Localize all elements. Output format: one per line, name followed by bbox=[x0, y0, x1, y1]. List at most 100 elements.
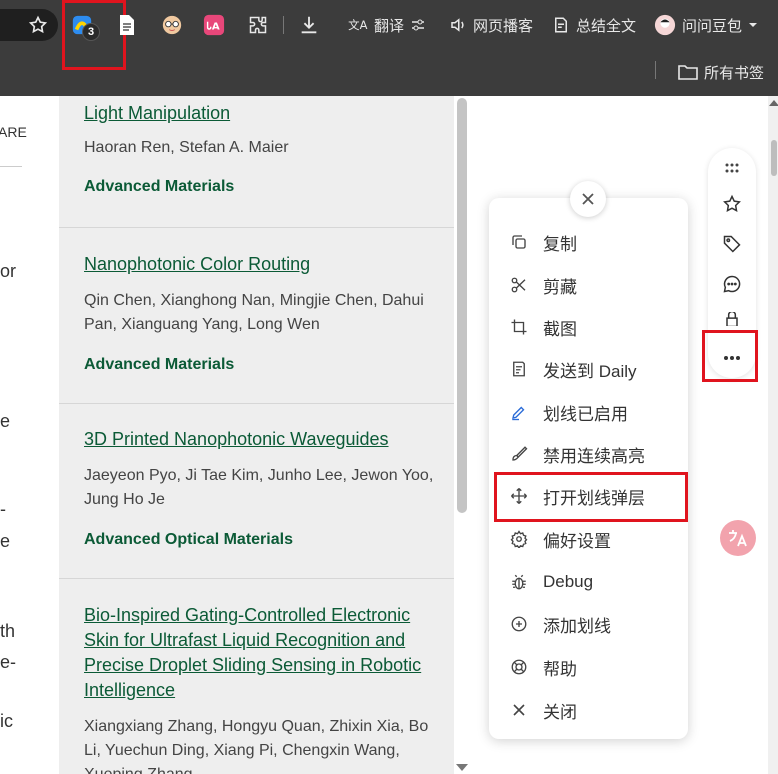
menu-item-preferences[interactable]: 偏好设置 bbox=[509, 524, 679, 554]
result-authors: Qin Chen, Xianghong Nan, Mingjie Chen, D… bbox=[84, 292, 424, 333]
summarize-label: 总结全文 bbox=[576, 17, 637, 35]
result-card: Light Manipulation Haoran Ren, Stefan A.… bbox=[59, 96, 454, 228]
left-fragment: or bbox=[0, 261, 17, 281]
avatar bbox=[654, 14, 676, 36]
speaker-icon bbox=[451, 18, 464, 32]
profile-button[interactable]: 问问豆包 bbox=[654, 13, 758, 37]
svg-text:文A: 文A bbox=[348, 18, 367, 32]
result-authors: Xiangxiang Zhang, Hongyu Quan, Zhixin Xi… bbox=[84, 718, 429, 774]
toolbar-row-main: 3 ᏓA 文A 翻译 网页播客 总结全文 问问豆包 bbox=[0, 0, 778, 70]
all-bookmarks-button[interactable]: 所有书签 bbox=[678, 60, 764, 84]
result-card: 3D Printed Nanophotonic Waveguides Jaeye… bbox=[59, 404, 454, 579]
summarize-icon bbox=[555, 17, 567, 33]
results-scrollbar-thumb[interactable] bbox=[457, 98, 467, 513]
menu-item-label: 添加划线 bbox=[543, 616, 611, 636]
result-journal[interactable]: Advanced Optical Materials bbox=[59, 531, 293, 549]
menu-item-label: 偏好设置 bbox=[543, 531, 611, 551]
menu-item-highlight-enabled[interactable]: 划线已启用 bbox=[509, 397, 679, 427]
menu-item-label: 关闭 bbox=[543, 702, 577, 722]
browser-toolbar: 3 ᏓA 文A 翻译 网页播客 总结全文 问问豆包 所有书签 bbox=[0, 0, 778, 96]
menu-item-label: 帮助 bbox=[543, 659, 577, 679]
left-fragment: - bbox=[0, 499, 6, 519]
menu-item-copy[interactable]: 复制 bbox=[509, 227, 679, 257]
bookmark-star-icon[interactable] bbox=[26, 13, 50, 37]
left-fragment: th bbox=[0, 621, 16, 641]
menu-item-add-highlight[interactable]: 添加划线 bbox=[509, 609, 679, 639]
menu-item-label: 划线已启用 bbox=[543, 404, 628, 424]
highlight-box-more bbox=[702, 330, 758, 382]
all-bookmarks-label: 所有书签 bbox=[704, 64, 765, 82]
result-journal[interactable]: Advanced Materials bbox=[59, 356, 234, 374]
menu-item-clip[interactable]: 剪藏 bbox=[509, 270, 679, 300]
result-title-link[interactable]: 3D Printed Nanophotonic Waveguides bbox=[59, 427, 415, 452]
translate-pink-icon[interactable]: ᏓA bbox=[202, 13, 226, 37]
menu-item-label: Debug bbox=[543, 572, 594, 591]
puzzle-extensions-icon[interactable] bbox=[246, 13, 270, 37]
menu-item-label: 复制 bbox=[543, 234, 577, 254]
menu-item-disable-continuous[interactable]: 禁用连续高亮 bbox=[509, 439, 679, 469]
menu-item-debug[interactable]: Debug bbox=[509, 567, 679, 597]
folder-icon bbox=[678, 65, 698, 80]
download-icon[interactable] bbox=[297, 13, 321, 37]
left-fragment: ic bbox=[0, 711, 13, 731]
translate-icon bbox=[729, 530, 747, 547]
highlighter-icon bbox=[509, 402, 529, 422]
brush-icon bbox=[509, 444, 529, 464]
translate-label: 翻译 bbox=[374, 17, 405, 35]
left-fragment: e bbox=[0, 531, 11, 551]
menu-item-screenshot[interactable]: 截图 bbox=[509, 312, 679, 342]
result-title-link[interactable]: Nanophotonic Color Routing bbox=[59, 252, 336, 277]
translate-button[interactable]: 文A 翻译 bbox=[348, 13, 426, 37]
left-fragment: e bbox=[0, 411, 11, 431]
menu-item-label: 剪藏 bbox=[543, 277, 577, 297]
menu-item-send-daily[interactable]: 发送到 Daily bbox=[509, 354, 679, 384]
toolbar-separator bbox=[283, 16, 284, 34]
tag-icon[interactable] bbox=[720, 232, 744, 256]
menu-item-help[interactable]: 帮助 bbox=[509, 652, 679, 682]
search-results-list: Light Manipulation Haoran Ren, Stefan A.… bbox=[59, 96, 454, 774]
left-fragment: e- bbox=[0, 652, 17, 672]
highlight-box-menu-item bbox=[494, 472, 688, 522]
read-aloud-label: 网页播客 bbox=[473, 17, 534, 35]
lock-icon[interactable] bbox=[720, 312, 744, 326]
result-card: Bio‐Inspired Gating‐Controlled Electroni… bbox=[59, 579, 454, 774]
glasses-face-icon[interactable] bbox=[160, 13, 184, 37]
profile-label: 问问豆包 bbox=[682, 17, 743, 35]
plus-circle-icon bbox=[509, 614, 529, 634]
help-lifebuoy-icon bbox=[509, 657, 529, 677]
menu-item-label: 截图 bbox=[543, 319, 577, 339]
menu-item-label: 禁用连续高亮 bbox=[543, 446, 645, 466]
close-icon bbox=[509, 700, 529, 720]
bookmarks-separator bbox=[655, 61, 656, 79]
floating-translate-button[interactable] bbox=[720, 520, 756, 556]
star-icon[interactable] bbox=[720, 192, 744, 216]
scroll-up-arrow-icon[interactable] bbox=[769, 100, 778, 106]
translate-icon: 文A bbox=[348, 18, 367, 32]
page-scrollbar[interactable] bbox=[768, 96, 778, 774]
drag-handle-icon[interactable] bbox=[720, 156, 744, 180]
menu-close-button[interactable] bbox=[570, 181, 606, 217]
read-aloud-button[interactable]: 网页播客 bbox=[449, 13, 533, 37]
left-divider bbox=[0, 166, 22, 167]
svg-text:ᏓA: ᏓA bbox=[207, 21, 220, 33]
scroll-down-arrow-icon[interactable] bbox=[456, 764, 468, 771]
close-x-icon bbox=[582, 193, 594, 205]
result-authors: Haoran Ren, Stefan A. Maier bbox=[84, 139, 289, 156]
left-content-strip: ARE or e - e th e- ic bbox=[0, 96, 59, 774]
bug-icon bbox=[509, 572, 529, 592]
page-scrollbar-thumb[interactable] bbox=[771, 140, 777, 176]
left-fragment: ARE bbox=[0, 124, 27, 140]
chevron-down-icon bbox=[749, 23, 758, 27]
chat-bubble-icon[interactable] bbox=[720, 272, 744, 296]
result-title-link[interactable]: Bio‐Inspired Gating‐Controlled Electroni… bbox=[59, 603, 454, 703]
document-icon[interactable] bbox=[115, 13, 139, 37]
result-journal[interactable]: Advanced Materials bbox=[59, 178, 234, 196]
bookmarks-bar: 所有书签 bbox=[0, 50, 778, 96]
menu-item-close[interactable]: 关闭 bbox=[509, 695, 679, 725]
scissors-icon bbox=[509, 275, 529, 295]
result-authors: Jaeyeon Pyo, Ji Tae Kim, Junho Lee, Jewo… bbox=[84, 467, 434, 508]
result-title-link[interactable]: Light Manipulation bbox=[59, 101, 256, 126]
result-card: Nanophotonic Color Routing Qin Chen, Xia… bbox=[59, 228, 454, 404]
translate-settings-icon[interactable] bbox=[410, 17, 426, 33]
summarize-button[interactable]: 总结全文 bbox=[552, 13, 636, 37]
